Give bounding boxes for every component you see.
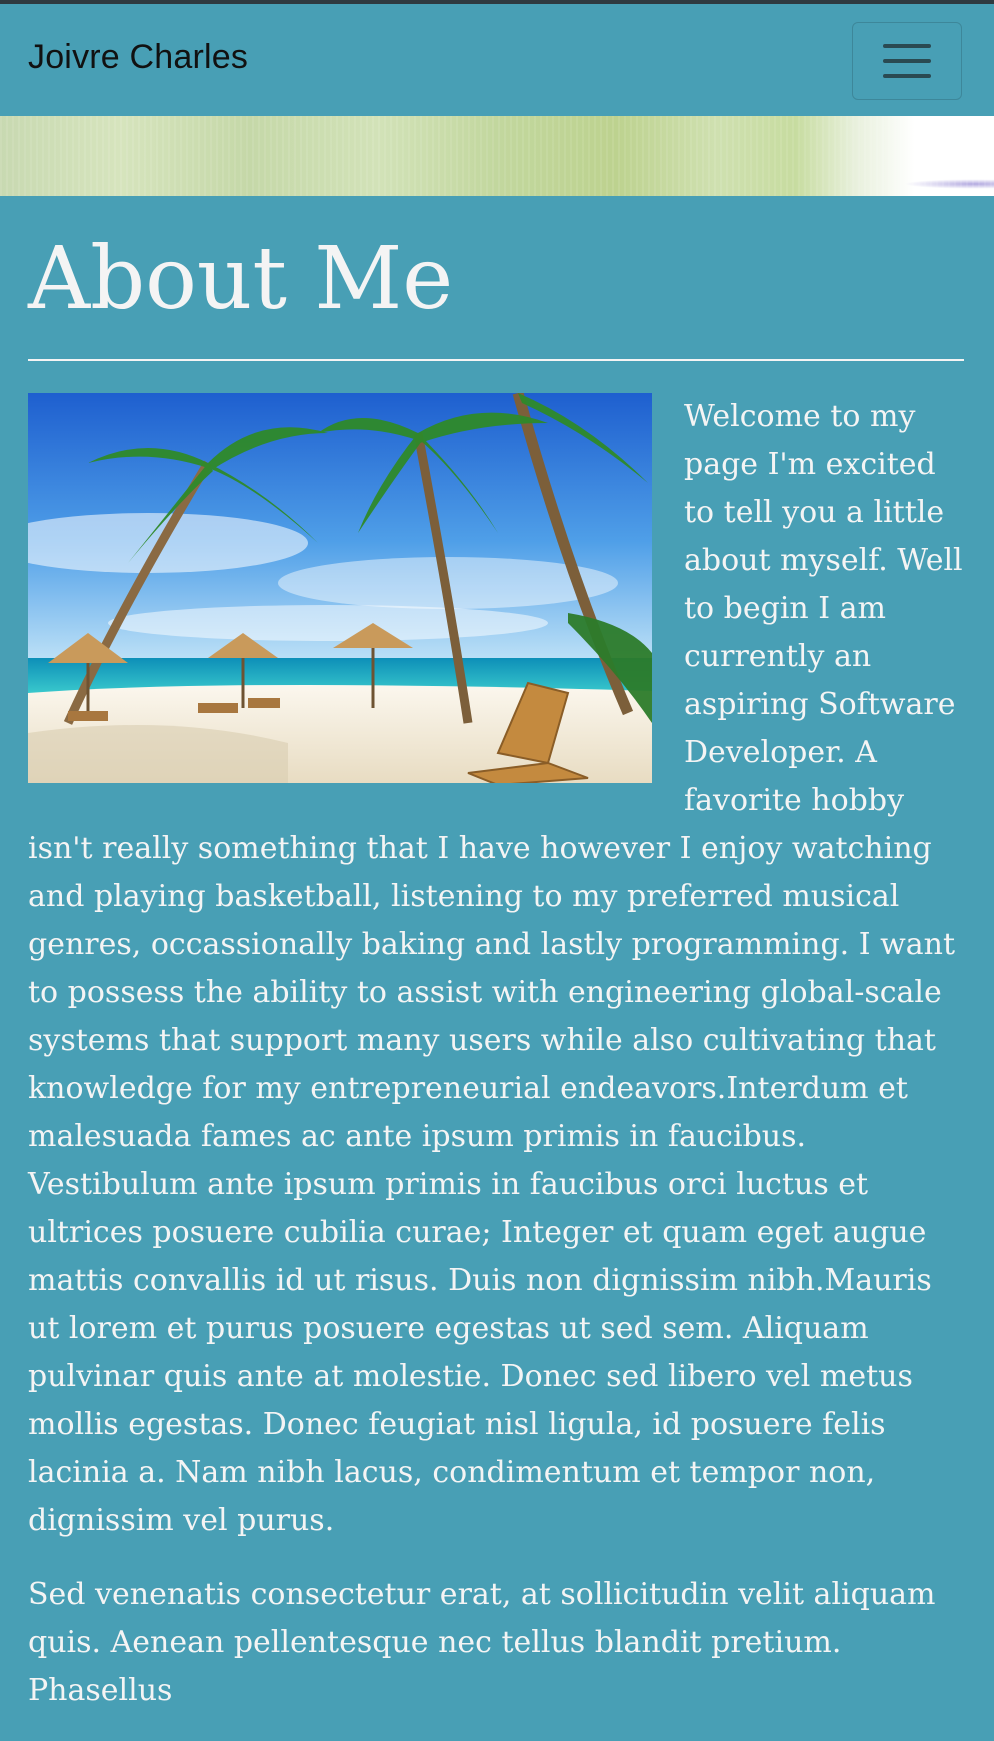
hamburger-menu-icon: [883, 74, 931, 78]
page-title: About Me: [28, 229, 454, 329]
navbar: Joivre Charles: [0, 4, 994, 116]
menu-toggle-button[interactable]: [852, 22, 962, 100]
hamburger-menu-icon: [883, 44, 931, 48]
hamburger-menu-icon: [883, 59, 931, 63]
divider: [28, 358, 964, 361]
beach-photo: [28, 392, 652, 783]
brand-link[interactable]: Joivre Charles: [28, 38, 248, 77]
about-section: About Me Welcome to my page I'm excited …: [28, 196, 964, 1741]
about-paragraph: Sed venenatis consectetur erat, at solli…: [28, 1576, 936, 1708]
header-banner-image: [0, 116, 994, 196]
